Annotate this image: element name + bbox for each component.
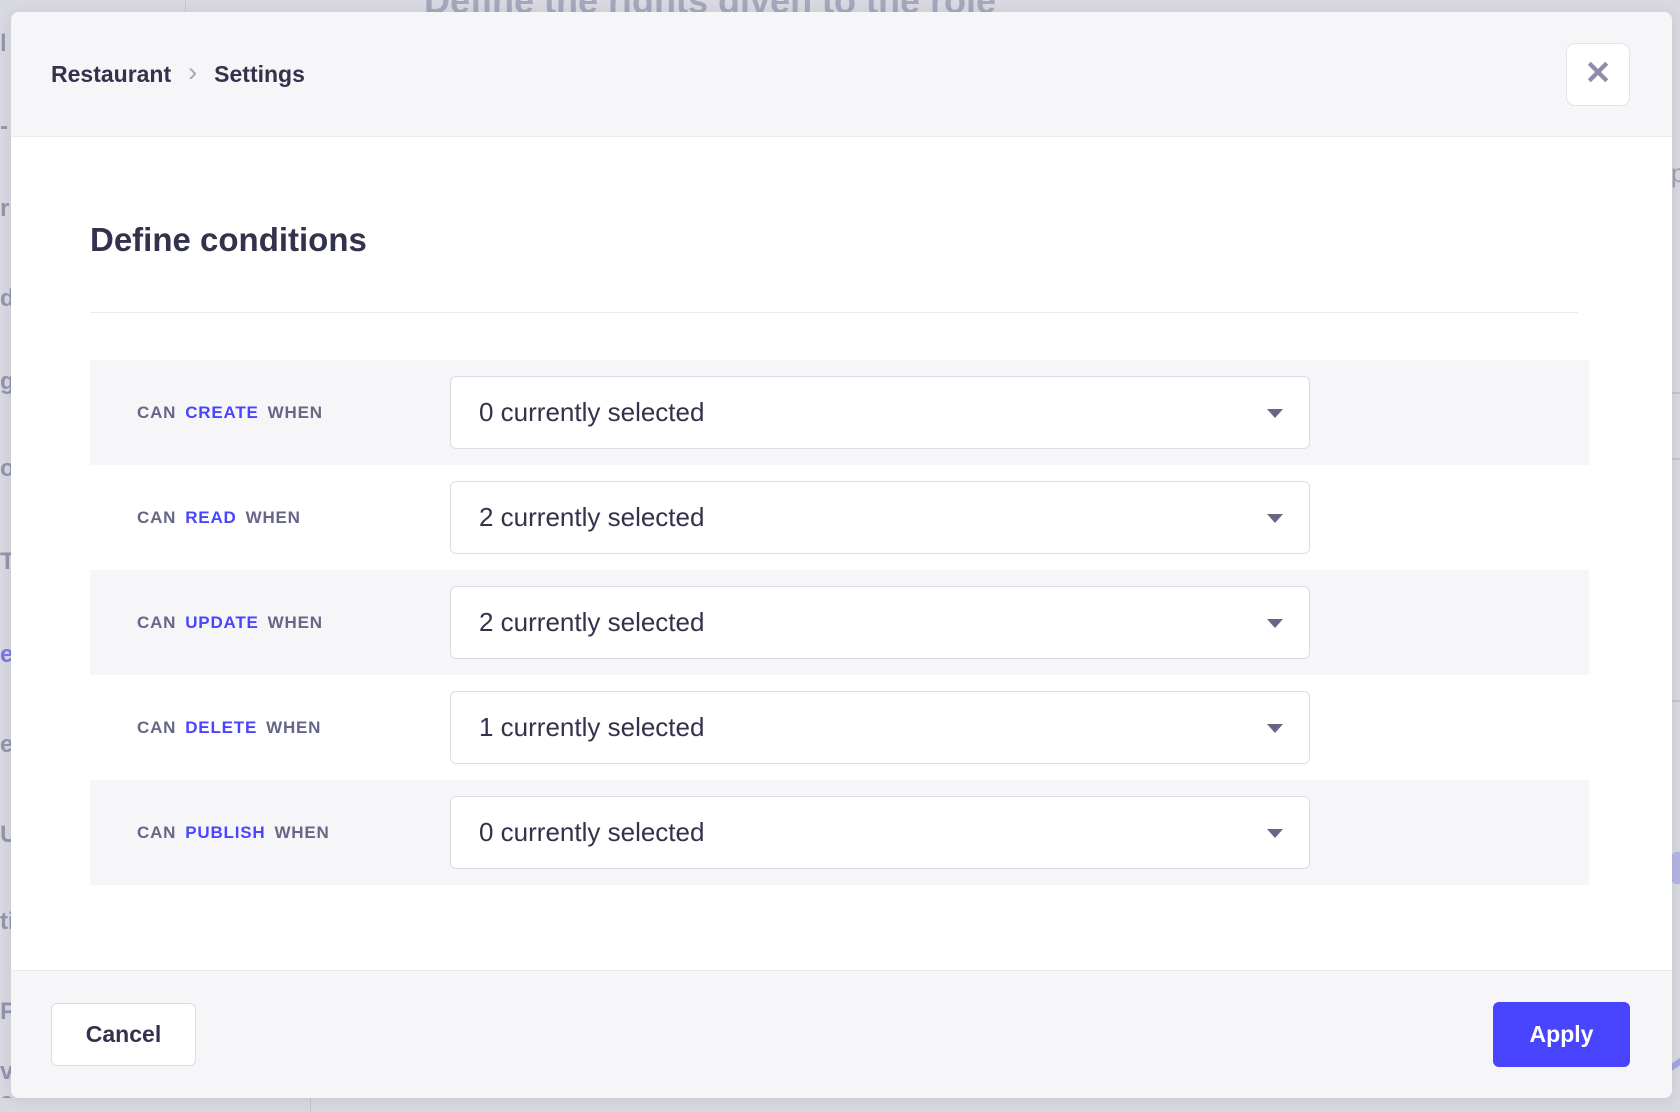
- backdrop-bottom-strip: [0, 1098, 1680, 1112]
- condition-row-publish: CAN PUBLISH WHEN 0 currently selected: [90, 780, 1589, 885]
- label-prefix: CAN: [137, 823, 176, 843]
- background-text-fragment: o: [0, 455, 11, 483]
- background-line-fragment: [1671, 392, 1680, 394]
- condition-label: CAN PUBLISH WHEN: [137, 780, 330, 885]
- background-pill-fragment: [1671, 852, 1680, 884]
- background-text-fragment: e: [0, 641, 11, 669]
- chevron-down-icon: [1267, 724, 1283, 733]
- background-text-fragment: ti: [0, 908, 11, 936]
- chevron-down-icon: [1267, 619, 1283, 628]
- page-title: Define conditions: [90, 221, 367, 259]
- background-check-fragment: [1671, 1057, 1680, 1073]
- background-text-fragment: d: [0, 285, 11, 313]
- background-divider: [310, 1098, 311, 1112]
- background-divider: [185, 0, 186, 12]
- backdrop-left-strip: l - r d g o T e er U ti P v ai: [0, 0, 11, 1112]
- read-conditions-select[interactable]: 2 currently selected: [450, 481, 1310, 554]
- label-suffix: WHEN: [268, 403, 323, 423]
- background-text-fragment: v: [0, 1058, 11, 1086]
- condition-row-delete: CAN DELETE WHEN 1 currently selected: [90, 675, 1589, 780]
- publish-conditions-select[interactable]: 0 currently selected: [450, 796, 1310, 869]
- condition-row-create: CAN CREATE WHEN 0 currently selected: [90, 360, 1589, 465]
- condition-label: CAN DELETE WHEN: [137, 675, 321, 780]
- background-text-fragment: -: [0, 113, 8, 141]
- background-text-fragment: P: [0, 998, 11, 1026]
- background-text-fragment: p: [1671, 158, 1680, 189]
- label-prefix: CAN: [137, 613, 176, 633]
- modal-body: Define conditions CAN CREATE WHEN 0 curr…: [11, 138, 1672, 970]
- select-value: 0 currently selected: [479, 817, 704, 848]
- label-suffix: WHEN: [246, 508, 301, 528]
- breadcrumb-item-settings: Settings: [214, 61, 305, 88]
- select-value: 1 currently selected: [479, 712, 704, 743]
- delete-conditions-select[interactable]: 1 currently selected: [450, 691, 1310, 764]
- background-text-fragment: r: [0, 195, 9, 223]
- conditions-list: CAN CREATE WHEN 0 currently selected CAN…: [90, 360, 1589, 885]
- breadcrumb-item-restaurant: Restaurant: [51, 61, 171, 88]
- background-text-fragment: l: [0, 30, 7, 58]
- background-line-fragment: [1671, 700, 1680, 702]
- background-text-fragment: g: [0, 368, 11, 396]
- select-value: 2 currently selected: [479, 607, 704, 638]
- background-line-fragment: [1671, 458, 1680, 460]
- condition-label: CAN CREATE WHEN: [137, 360, 323, 465]
- label-action: PUBLISH: [185, 823, 265, 843]
- background-text-fragment: U: [0, 821, 11, 849]
- condition-row-update: CAN UPDATE WHEN 2 currently selected: [90, 570, 1589, 675]
- chevron-down-icon: [1267, 409, 1283, 418]
- label-action: DELETE: [185, 718, 257, 738]
- label-suffix: WHEN: [266, 718, 321, 738]
- background-text-fragment: er: [0, 731, 11, 759]
- label-action: READ: [185, 508, 236, 528]
- apply-button[interactable]: Apply: [1493, 1002, 1630, 1067]
- select-value: 2 currently selected: [479, 502, 704, 533]
- label-prefix: CAN: [137, 403, 176, 423]
- cancel-button[interactable]: Cancel: [51, 1003, 196, 1066]
- label-suffix: WHEN: [274, 823, 329, 843]
- backdrop-top-strip: Define the rights given to the role: [0, 0, 1680, 12]
- settings-modal: Restaurant › Settings Define conditions …: [11, 12, 1672, 1098]
- condition-label: CAN UPDATE WHEN: [137, 570, 323, 675]
- background-page-title: Define the rights given to the role: [424, 0, 996, 12]
- condition-label: CAN READ WHEN: [137, 465, 301, 570]
- modal-header: Restaurant › Settings: [11, 12, 1672, 137]
- label-action: CREATE: [185, 403, 258, 423]
- update-conditions-select[interactable]: 2 currently selected: [450, 586, 1310, 659]
- label-prefix: CAN: [137, 718, 176, 738]
- label-suffix: WHEN: [268, 613, 323, 633]
- label-prefix: CAN: [137, 508, 176, 528]
- chevron-right-icon: ›: [188, 57, 197, 92]
- divider: [90, 312, 1578, 313]
- background-text-fragment: T: [0, 548, 11, 576]
- modal-footer: Cancel Apply: [11, 970, 1672, 1098]
- select-value: 0 currently selected: [479, 397, 704, 428]
- close-icon: [1583, 57, 1613, 92]
- chevron-down-icon: [1267, 829, 1283, 838]
- label-action: UPDATE: [185, 613, 258, 633]
- backdrop-right-strip: p: [1671, 0, 1680, 1112]
- condition-row-read: CAN READ WHEN 2 currently selected: [90, 465, 1589, 570]
- breadcrumb: Restaurant › Settings: [51, 12, 305, 137]
- create-conditions-select[interactable]: 0 currently selected: [450, 376, 1310, 449]
- chevron-down-icon: [1267, 514, 1283, 523]
- close-button[interactable]: [1566, 43, 1630, 106]
